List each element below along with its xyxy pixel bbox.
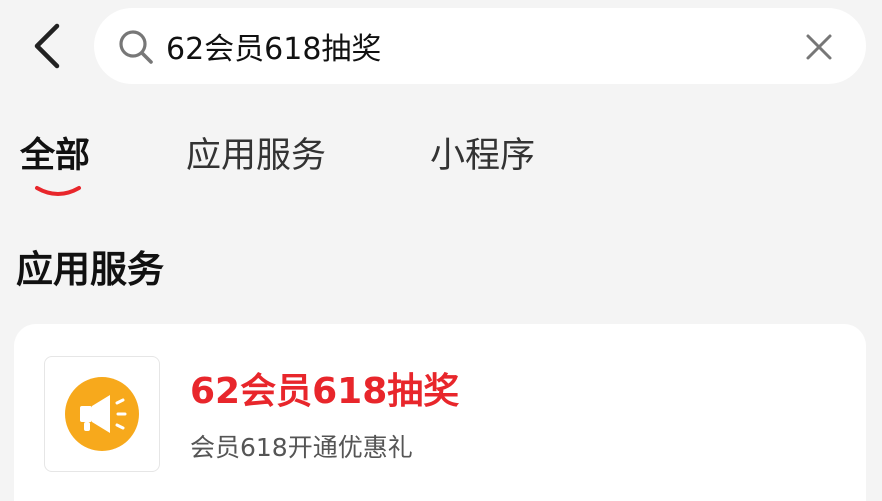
tab-all[interactable]: 全部 [20,132,90,180]
search-input[interactable] [166,22,766,70]
result-title: 62会员618抽奖 [190,371,460,412]
section-title: 应用服务 [16,248,164,291]
search-icon [119,30,153,64]
result-subtitle: 会员618开通优惠礼 [190,433,413,462]
search-results-page: 全部 应用服务 小程序 应用服务 62会员618抽奖 会员618开通优惠礼 [0,0,882,501]
clear-search-button[interactable] [800,28,838,66]
back-button[interactable] [22,18,70,74]
search-bar [94,8,866,84]
tab-app-services[interactable]: 应用服务 [186,132,326,180]
active-tab-indicator [35,186,81,196]
tab-mini-programs[interactable]: 小程序 [430,132,535,180]
app-icon [44,356,160,472]
close-icon [806,34,832,60]
result-card[interactable]: 62会员618抽奖 会员618开通优惠礼 [14,324,866,501]
category-tabs: 全部 应用服务 小程序 [0,126,882,206]
chevron-left-icon [34,23,60,69]
megaphone-icon [65,377,139,451]
